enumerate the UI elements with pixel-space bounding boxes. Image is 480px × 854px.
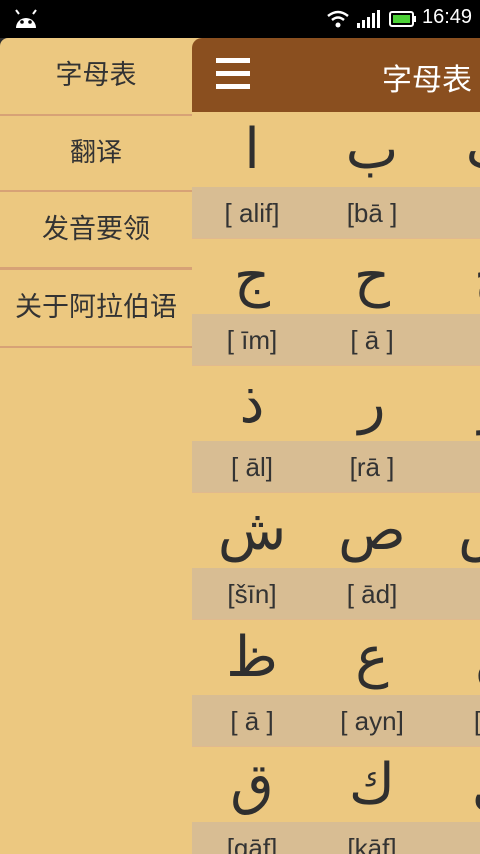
arabic-letter: ش: [192, 493, 312, 568]
transliteration: [ ād]: [312, 568, 432, 620]
action-bar: 字母表: [192, 38, 480, 112]
letter-card[interactable]: ل[l: [432, 747, 480, 854]
letter-card[interactable]: ص[ ād]: [312, 493, 433, 620]
arabic-letter: ت: [432, 112, 480, 187]
transliteration: [: [432, 568, 480, 620]
letter-card[interactable]: ج[ īm]: [192, 239, 313, 366]
letter-card[interactable]: ق [qāf]: [192, 747, 313, 854]
transliteration: [ ā ]: [192, 695, 312, 747]
letter-card[interactable]: خ[: [432, 239, 480, 366]
arabic-letter: ح: [312, 239, 432, 314]
arabic-letter: خ: [432, 239, 480, 314]
wifi-icon: [327, 10, 349, 28]
arabic-letter: ظ: [192, 620, 312, 695]
letter-grid: ا[ alif]ب[bā ]ت[tج[ īm]ح[ ā ]خ[ذ[ āl]ر[r…: [192, 112, 480, 854]
letter-card[interactable]: غ[ġa: [432, 620, 480, 747]
letter-row: ظ[ ā ]ع[ ayn]غ[ġa: [192, 620, 480, 747]
arabic-letter: ر: [312, 366, 432, 441]
letter-row: ش[šīn]ص[ ād]ض[: [192, 493, 480, 620]
letter-card[interactable]: ب [bā ]: [312, 112, 433, 239]
transliteration: [ alif]: [192, 187, 312, 239]
letter-row: ق[qāf]ك[kāf]ل[l: [192, 747, 480, 854]
letter-row: ا[ alif]ب[bā ]ت[t: [192, 112, 480, 239]
transliteration: [z: [432, 441, 480, 493]
arabic-letter: ا: [192, 112, 312, 187]
letter-row: ذ[ āl]ر[rā ]ز[z: [192, 366, 480, 493]
letter-card[interactable]: ع[ ayn]: [312, 620, 433, 747]
transliteration: [kāf]: [312, 822, 432, 854]
arabic-letter: ج: [192, 239, 312, 314]
transliteration: [ ā ]: [312, 314, 432, 366]
transliteration: [ġa: [432, 695, 480, 747]
transliteration: [ āl]: [192, 441, 312, 493]
letter-card[interactable]: ر [rā ]: [312, 366, 433, 493]
letter-row: ج[ īm]ح[ ā ]خ[: [192, 239, 480, 366]
transliteration: [ īm]: [192, 314, 312, 366]
transliteration: [ ayn]: [312, 695, 432, 747]
arabic-letter: ض: [432, 493, 480, 568]
drawer-item-pronunciation[interactable]: 发音要领: [0, 192, 192, 268]
transliteration: [t: [432, 187, 480, 239]
hamburger-menu-icon[interactable]: [216, 58, 250, 94]
arabic-letter: ع: [312, 620, 432, 695]
letter-card[interactable]: ت[t: [432, 112, 480, 239]
letter-card[interactable]: ح[ ā ]: [312, 239, 433, 366]
transliteration: [bā ]: [312, 187, 432, 239]
arabic-letter: ص: [312, 493, 432, 568]
letter-card[interactable]: ز[z: [432, 366, 480, 493]
drawer-divider: [0, 346, 192, 348]
letter-card[interactable]: ظ[ ā ]: [192, 620, 313, 747]
transliteration: [l: [432, 822, 480, 854]
transliteration: [šīn]: [192, 568, 312, 620]
drawer-item-alphabet[interactable]: 字母表: [0, 38, 192, 114]
transliteration: [qāf]: [192, 822, 312, 854]
arabic-letter: ل: [432, 747, 480, 822]
status-bar: 16:49: [0, 0, 480, 38]
transliteration: [: [432, 314, 480, 366]
letter-card[interactable]: ذ[ āl]: [192, 366, 313, 493]
arabic-letter: ب: [312, 112, 432, 187]
main-content: 字母表 ا[ alif]ب[bā ]ت[tج[ īm]ح[ ā ]خ[ذ[ āl…: [192, 38, 480, 854]
page-title: 字母表: [382, 63, 472, 98]
signal-icon: [357, 10, 380, 28]
android-icon: [15, 9, 37, 28]
battery-icon: [389, 11, 416, 27]
letter-card[interactable]: ك [kāf]: [312, 747, 433, 854]
letter-card[interactable]: ض[: [432, 493, 480, 620]
drawer-item-translate[interactable]: 翻译: [0, 115, 192, 191]
letter-card[interactable]: ا[ alif]: [192, 112, 313, 239]
arabic-letter: ذ: [192, 366, 312, 441]
status-time: 16:49: [422, 6, 473, 28]
transliteration: [rā ]: [312, 441, 432, 493]
arabic-letter: ك: [312, 747, 432, 822]
letter-card[interactable]: ش [šīn]: [192, 493, 313, 620]
navigation-drawer: 字母表 翻译 发音要领 关于阿拉伯语: [0, 38, 192, 854]
arabic-letter: غ: [432, 620, 480, 695]
drawer-item-about-arabic[interactable]: 关于阿拉伯语: [0, 270, 192, 346]
arabic-letter: ز: [432, 366, 480, 441]
arabic-letter: ق: [192, 747, 312, 822]
